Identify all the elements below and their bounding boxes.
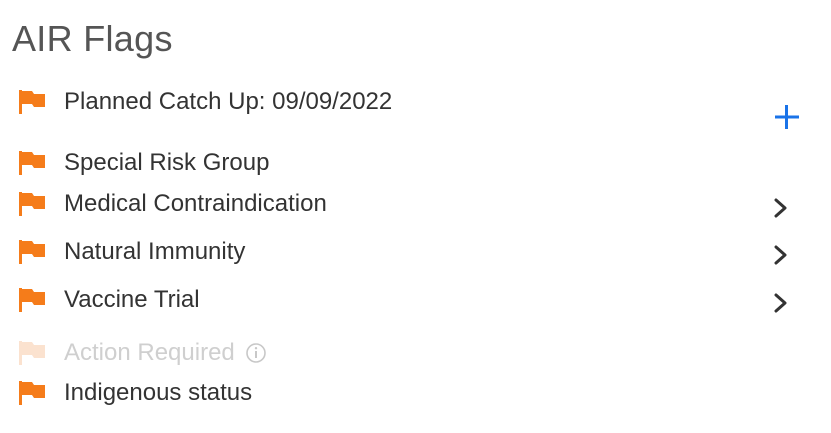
flag-row-action-required: Action Required — [18, 336, 267, 370]
chevron-right-icon[interactable] — [770, 243, 792, 267]
add-flag-button[interactable] — [772, 102, 802, 132]
panel-title: AIR Flags — [12, 18, 173, 59]
flag-label: Vaccine Trial — [64, 286, 200, 313]
chevron-right-icon[interactable] — [770, 291, 792, 315]
flag-icon — [18, 149, 46, 177]
flag-label: Action Required — [64, 339, 235, 366]
flag-label: Medical Contraindication — [64, 190, 327, 217]
flag-row-special-risk-group: Special Risk Group — [18, 146, 269, 180]
info-icon[interactable] — [245, 342, 267, 364]
plus-icon — [775, 105, 799, 129]
flag-row-vaccine-trial[interactable]: Vaccine Trial — [18, 283, 200, 317]
flag-icon — [18, 339, 46, 367]
flag-icon — [18, 379, 46, 407]
flag-icon — [18, 190, 46, 218]
flag-icon — [18, 286, 46, 314]
flag-row-indigenous-status: Indigenous status — [18, 376, 252, 410]
flag-label: Planned Catch Up: 09/09/2022 — [64, 88, 393, 115]
flag-label: Natural Immunity — [64, 238, 246, 265]
flag-row-natural-immunity[interactable]: Natural Immunity — [18, 235, 245, 269]
flag-row-medical-contraindication[interactable]: Medical Contraindication — [18, 187, 327, 221]
flag-label: Special Risk Group — [64, 149, 270, 176]
flag-icon — [18, 88, 46, 116]
flag-row-planned-catch-up: Planned Catch Up: 09/09/2022 — [18, 85, 392, 119]
air-flags-panel: AIR Flags Planned Catch Up: 09/09/2022 S… — [0, 0, 831, 433]
flag-icon — [18, 238, 46, 266]
chevron-right-icon[interactable] — [770, 196, 792, 220]
flag-label: Indigenous status — [64, 379, 253, 406]
